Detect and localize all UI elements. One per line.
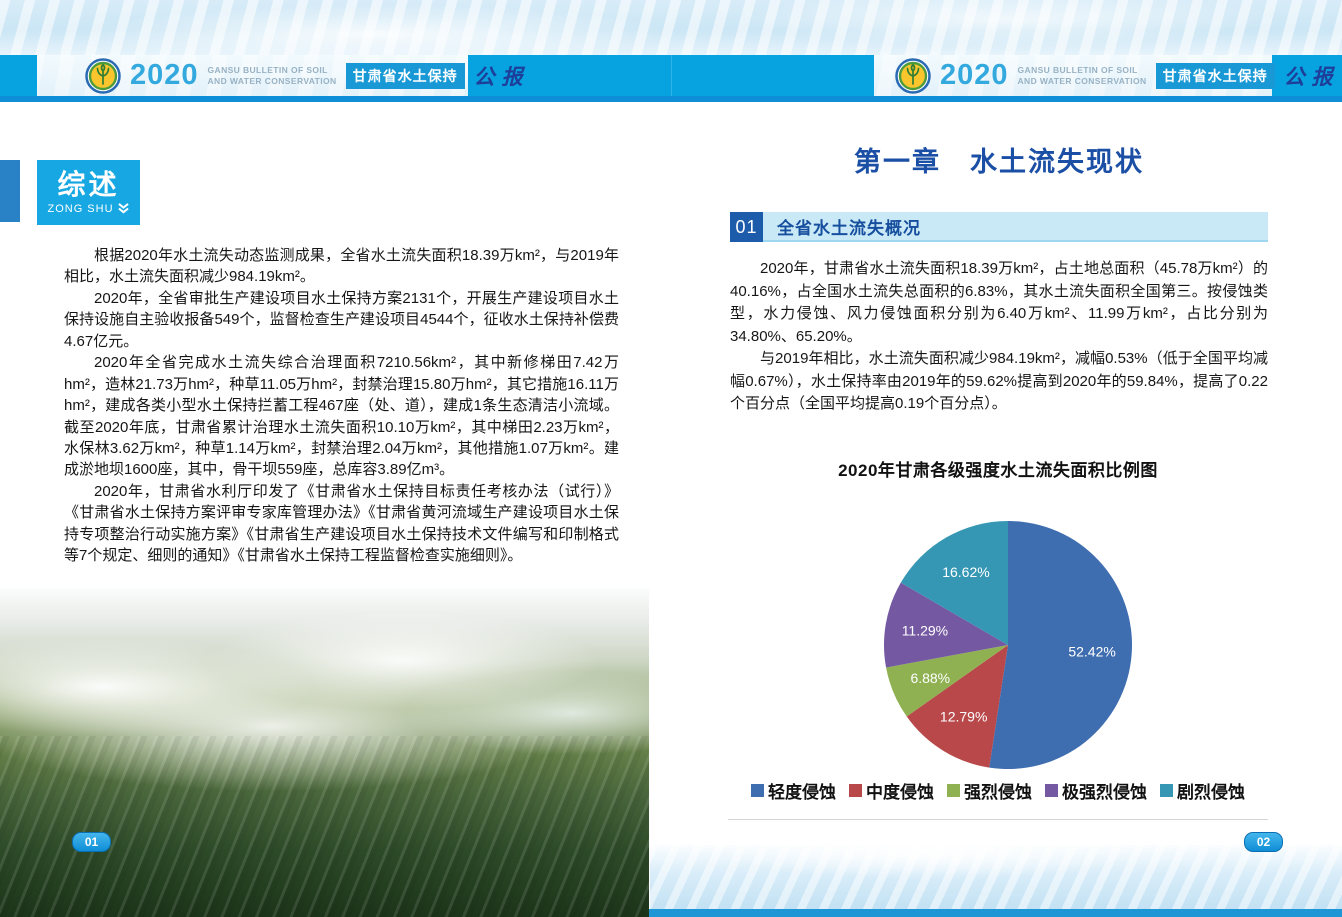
- legend-item: 强烈侵蚀: [947, 778, 1032, 803]
- legend-item: 极强烈侵蚀: [1045, 778, 1147, 803]
- pie-slice-label: 16.62%: [942, 564, 989, 580]
- pie-chart-svg: 52.42% 12.79% 6.88% 11.29% 16.62%: [884, 521, 1132, 769]
- header-divider-strip: [0, 96, 1342, 102]
- legend-label: 轻度侵蚀: [768, 783, 836, 802]
- bulletin-gongbao-calligraphy: 公报: [1283, 64, 1340, 89]
- erosion-pie-chart-block: 2020年甘肃各级强度水土流失面积比例图 52.42% 12.79% 6.88% 11…: [728, 448, 1268, 820]
- overview-badge-title: 综述: [57, 169, 120, 201]
- top-decorative-water-texture: [0, 0, 1342, 55]
- bottom-decorative-water-texture: [650, 845, 1342, 909]
- legend-swatch-icon: [1160, 784, 1173, 797]
- pie-slice-label: 52.42%: [1068, 643, 1115, 659]
- bulletin-year: 2020: [130, 59, 199, 91]
- legend-label: 强烈侵蚀: [964, 783, 1032, 802]
- bottom-divider-strip: [649, 909, 1342, 917]
- header-left-page: 2020 GANSU BULLETIN OF SOIL AND WATER CO…: [85, 55, 530, 96]
- header-blue-block: [0, 55, 37, 96]
- legend-label: 中度侵蚀: [866, 783, 934, 802]
- page-number-left: 01: [72, 832, 111, 852]
- legend-item: 轻度侵蚀: [751, 778, 836, 803]
- paragraph: 与2019年相比，水土流失面积减少984.19km²，减幅0.53%（低于全国平…: [730, 350, 1268, 412]
- overview-badge-subtitle: ZONG SHU: [47, 202, 114, 215]
- soil-water-conservation-logo-icon: [85, 57, 121, 94]
- bulletin-year: 2020: [940, 59, 1009, 91]
- legend-label: 剧烈侵蚀: [1177, 783, 1245, 802]
- pie-slice-label: 11.29%: [902, 623, 948, 639]
- pie-chart: 52.42% 12.79% 6.88% 11.29% 16.62%: [878, 515, 1138, 775]
- overview-section-badge: 综述 ZONG SHU: [37, 160, 140, 225]
- section-number-badge: 01: [730, 212, 763, 242]
- legend-swatch-icon: [849, 784, 862, 797]
- paragraph: 根据2020年水土流失动态监测成果，全省水土流失面积18.39万km²，与201…: [64, 247, 619, 286]
- chapter-title: 第一章 水土流失现状: [854, 147, 1144, 177]
- mountain-landscape-photo: [0, 588, 649, 917]
- chevron-double-down-icon: [117, 203, 129, 214]
- section-title: 全省水土流失概况: [763, 212, 1268, 242]
- bulletin-chinese-badge: 甘肃省水土保持: [345, 62, 465, 89]
- bulletin-english-title: GANSU BULLETIN OF SOIL AND WATER CONSERV…: [207, 65, 337, 86]
- bulletin-english-title: GANSU BULLETIN OF SOIL AND WATER CONSERV…: [1017, 65, 1147, 86]
- chart-legend: 轻度侵蚀 中度侵蚀 强烈侵蚀 极强烈侵蚀 剧烈侵蚀: [728, 778, 1268, 803]
- bulletin-two-page-spread: 2020 GANSU BULLETIN OF SOIL AND WATER CO…: [0, 0, 1342, 917]
- page-number-right: 02: [1244, 832, 1283, 852]
- overview-badge-side-bar: [0, 160, 20, 222]
- header-blue-block: [671, 55, 874, 96]
- paragraph: 2020年，甘肃省水利厅印发了《甘肃省水土保持目标责任考核办法（试行）》《甘肃省…: [64, 482, 619, 565]
- paragraph: 2020年，甘肃省水土流失面积18.39万km²，占土地总面积（45.78万km…: [730, 260, 1268, 345]
- chart-title: 2020年甘肃各级强度水土流失面积比例图: [838, 461, 1158, 480]
- pie-slice-label: 6.88%: [910, 670, 950, 686]
- paragraph: 2020年全省完成水土流失综合治理面积7210.56km²，其中新修梯田7.42…: [64, 354, 619, 479]
- legend-swatch-icon: [751, 784, 764, 797]
- legend-swatch-icon: [947, 784, 960, 797]
- paragraph: 2020年，全省审批生产建设项目水土保持方案2131个，开展生产建设项目水土保持…: [64, 289, 619, 350]
- overview-body-text: 根据2020年水土流失动态监测成果，全省水土流失面积18.39万km²，与201…: [64, 245, 619, 567]
- legend-item: 剧烈侵蚀: [1160, 778, 1245, 803]
- bulletin-gongbao-calligraphy: 公报: [473, 64, 530, 89]
- overview-badge-subtitle-row: ZONG SHU: [47, 203, 129, 215]
- legend-label: 极强烈侵蚀: [1062, 783, 1147, 802]
- soil-water-conservation-logo-icon: [895, 57, 931, 94]
- legend-item: 中度侵蚀: [849, 778, 934, 803]
- header-right-page: 2020 GANSU BULLETIN OF SOIL AND WATER CO…: [895, 55, 1340, 96]
- bulletin-chinese-badge: 甘肃省水土保持: [1155, 62, 1275, 89]
- pie-slice-label: 12.79%: [940, 709, 987, 725]
- section-body-text: 2020年，甘肃省水土流失面积18.39万km²，占土地总面积（45.78万km…: [730, 258, 1268, 416]
- legend-swatch-icon: [1045, 784, 1058, 797]
- section-header: 01 全省水土流失概况: [730, 212, 1268, 242]
- page-header-band: 2020 GANSU BULLETIN OF SOIL AND WATER CO…: [0, 55, 1342, 96]
